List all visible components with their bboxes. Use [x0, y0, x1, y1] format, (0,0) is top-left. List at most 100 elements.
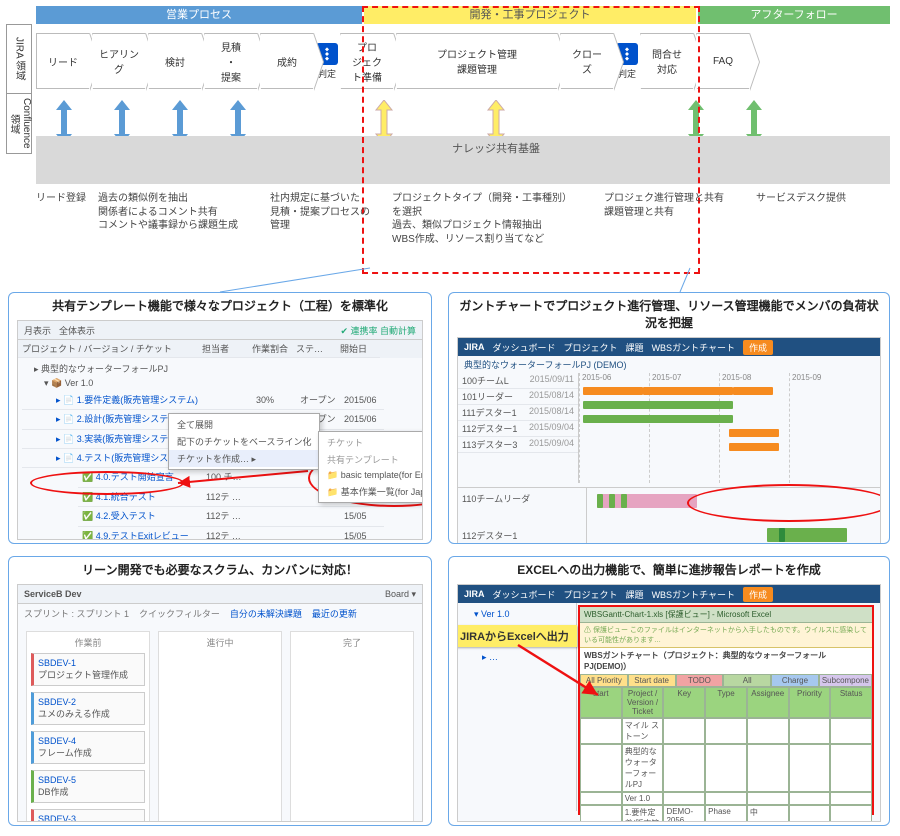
mode-month[interactable]: 月表示 [24, 324, 51, 337]
gantt-row: 111デスター12015/08/14 [458, 405, 578, 421]
nav-gantt[interactable]: WBSガントチャート [652, 588, 735, 601]
excel-row: 典型的なウォーターフォールPJ [580, 744, 872, 792]
excel-col: Type [705, 687, 747, 718]
tree-root[interactable]: ▸ 典型的なウォーターフォールPJ [22, 362, 418, 376]
menu-create-ticket[interactable]: チケットを作成… ▸ [169, 450, 319, 467]
nav-issue[interactable]: 課題 [626, 588, 644, 601]
wbs-task-row[interactable]: ▸ 📄 1.要件定義(販売管理システム)30%オープン2015/06 [22, 391, 418, 410]
nav-gantt[interactable]: WBSガントチャート [652, 341, 735, 354]
submenu-template-header: 共有テンプレート [319, 451, 423, 468]
board-switch[interactable]: Board ▾ [385, 589, 416, 600]
kanban-card[interactable]: SBDEV-4フレーム作成 [31, 731, 145, 764]
excel-protected-view: ⚠ 保護ビュー このファイルはインターネットから入手したものです。ウイルスに感染… [580, 623, 872, 648]
excel-row: 1.要件定義(販売管理システム)DEMO-2056Phase中 [580, 805, 872, 822]
tree-version[interactable]: ▾ 📦 Ver 1.0 [22, 376, 418, 390]
phase-after: アフターフォロー [698, 6, 890, 24]
jira-logo: JIRA [464, 342, 485, 352]
note-hearing: 過去の類似例を抽出 関係者によるコメント共有 コメントや議事録から課題生成 [98, 192, 258, 246]
excel-window: WBSGantt-Chart-1.xls [保護ビュー] - Microsoft… [578, 605, 874, 815]
step-contract: 成約 [260, 33, 314, 89]
filter-all[interactable]: All [723, 674, 771, 687]
recent-updates[interactable]: 最近の更新 [312, 607, 357, 620]
row-axis-labels: JIRA 領域 Confluence 領域 [6, 24, 32, 154]
autocalc-toggle[interactable]: ✔ 連携率 自動計算 [340, 324, 416, 337]
excel-rows: マイル ストーン典型的なウォーターフォールPJVer 1.0 1.要件定義(販売… [580, 718, 872, 822]
menu-baseline[interactable]: 配下のチケットをベースライン化 [169, 433, 319, 450]
my-open[interactable]: 自分の未解決課題 [230, 607, 302, 620]
jira-logo: JIRA [464, 589, 485, 599]
mode-all[interactable]: 全体表示 [59, 324, 95, 337]
nav-issue[interactable]: 課題 [626, 341, 644, 354]
resource-row: 112デスター1 [462, 529, 582, 542]
excel-col: Project / Version / Ticket [622, 687, 664, 718]
confluence-row-label: Confluence 領域 [6, 94, 32, 154]
jira-wbs-screenshot: 月表示 全体表示 ✔ 連携率 自動計算 プロジェクト / バージョン / チケッ… [17, 320, 423, 540]
gantt-month: 2015-09 [789, 373, 821, 483]
step-pm: プロジェクト管理 課題管理 [396, 33, 558, 89]
excel-row: マイル ストーン [580, 718, 872, 744]
wbs-toolbar: 月表示 全体表示 ✔ 連携率 自動計算 [18, 321, 422, 340]
kanban-board: 作業前SBDEV-1プロジェクト管理作成SBDEV-2ユメのみえる作成SBDEV… [18, 623, 422, 822]
context-submenu[interactable]: チケット 共有テンプレート 📁 basic template(for Engli… [318, 431, 423, 503]
kanban-card[interactable]: SBDEV-5DB作成 [31, 770, 145, 803]
col-assignee: 担当者 [198, 340, 248, 358]
step-estimate: 見積 ・ 提案 [204, 33, 258, 89]
tree-row[interactable]: ▸ … [462, 650, 572, 664]
col-header: 完了 [295, 636, 409, 649]
filter-charge[interactable]: Charge [771, 674, 819, 687]
gantt-area: 100チームL2015/09/11101リーダー2015/08/14111デスタ… [458, 373, 880, 483]
submenu-ticket-header: チケット [319, 434, 423, 451]
create-button[interactable]: 作成 [743, 340, 773, 355]
sheet-title: WBSガントチャート（プロジェクト：典型的なウォーターフォールPJ(DEMO)） [580, 648, 872, 674]
red-highlight-oval [687, 484, 881, 522]
quick-filter[interactable]: クイックフィルター [139, 607, 220, 620]
excel-col: Assignee [747, 687, 789, 718]
note-pm: プロジェクトタイプ（開発・工事種別） を選択 過去、類似プロジェクト情報抽出 W… [392, 192, 592, 246]
board-subnav: スプリント : スプリント 1 クイックフィルター 自分の未解決課題 最近の更新 [18, 604, 422, 623]
col-ticket: プロジェクト / バージョン / チケット [18, 340, 198, 358]
panel-title: リーン開発でも必要なスクラム、カンバンに対応！ [17, 561, 423, 578]
resource-rows: 110チームリーダ 112デスター1 [458, 488, 587, 544]
tree-row[interactable]: ▾ Ver 1.0 [462, 607, 572, 621]
create-button[interactable]: 作成 [743, 587, 773, 602]
kanban-card[interactable]: SBDEV-1プロジェクト管理作成 [31, 653, 145, 686]
process-flow-diagram: JIRA 領域 Confluence 領域 営業プロセス 開発・工事プロジェクト… [6, 6, 894, 186]
kanban-card[interactable]: SBDEV-2ユメのみえる作成 [31, 692, 145, 725]
jira-nav: JIRA ダッシュボード プロジェクト 課題 WBSガントチャート 作成 [458, 338, 880, 356]
template-en[interactable]: 📁 basic template(for English) [319, 468, 423, 483]
panel-title: 共有テンプレート機能で様々なプロジェクト（工程）を標準化 [17, 297, 423, 314]
template-ja[interactable]: 📁 基本作業一覧(for Japanese) [319, 483, 423, 500]
nav-dashboard[interactable]: ダッシュボード [493, 341, 556, 354]
kanban-card[interactable]: SBDEV-3業務マニュアル作成 [31, 809, 145, 822]
wbs-columns: プロジェクト / バージョン / チケット 担当者 作業割合 ステータス 開始日 [18, 340, 422, 358]
wbs-subtask-row[interactable]: ✅ 4.2.受入テスト112テ スター115/05 [78, 507, 418, 526]
gantt-row: 100チームL2015/09/11 [458, 373, 578, 389]
step-prep: プロ ジェク ト準備 [340, 33, 394, 89]
col-pct: 作業割合 [248, 340, 292, 358]
jira-nav: JIRA ダッシュボード プロジェクト 課題 WBSガントチャート 作成 [458, 585, 880, 603]
panel-template: 共有テンプレート機能で様々なプロジェクト（工程）を標準化 月表示 全体表示 ✔ … [8, 292, 432, 544]
excel-titlebar: WBSGantt-Chart-1.xls [保護ビュー] - Microsoft… [580, 607, 872, 623]
nav-dashboard[interactable]: ダッシュボード [493, 588, 556, 601]
filter-subcomp[interactable]: Subcompone [819, 674, 872, 687]
flow-notes: リード登録 過去の類似例を抽出 関係者によるコメント共有 コメントや議事録から課… [36, 192, 890, 246]
menu-expand-all[interactable]: 全て展開 [169, 416, 319, 433]
context-menu[interactable]: 全て展開 配下のチケットをベースライン化 チケットを作成… ▸ [168, 413, 320, 470]
resource-chart [587, 488, 880, 544]
gantt-chart: 2015-062015-072015-082015-09 [579, 373, 880, 483]
filter-priority[interactable]: All Priority [580, 674, 628, 687]
nav-project[interactable]: プロジェクト [564, 588, 618, 601]
jira-gantt-screenshot: JIRA ダッシュボード プロジェクト 課題 WBSガントチャート 作成 典型的… [457, 337, 881, 544]
wbs-subtask-row[interactable]: ✅ 4.9.テストExitレビュー112テ スター115/05 [78, 527, 418, 540]
gantt-row: 101リーダー2015/08/14 [458, 389, 578, 405]
nav-project[interactable]: プロジェクト [564, 341, 618, 354]
excel-filters: All Priority Start date TODO All Charge … [580, 674, 872, 687]
step-hearing: ヒアリング [92, 33, 146, 89]
knowledge-band-label: ナレッジ共有基盤 [396, 140, 596, 156]
filter-todo[interactable]: TODO [676, 674, 724, 687]
filter-startdate[interactable]: Start date [628, 674, 676, 687]
note-estimate: 社内規定に基づいた 見積・提案プロセスの 管理 [270, 192, 380, 246]
excel-col: Priority [789, 687, 831, 718]
jira-agile-screenshot: ServiceB Dev Board ▾ スプリント : スプリント 1 クイッ… [17, 584, 423, 822]
excel-columns: startProject / Version / TicketKeyTypeAs… [580, 687, 872, 718]
